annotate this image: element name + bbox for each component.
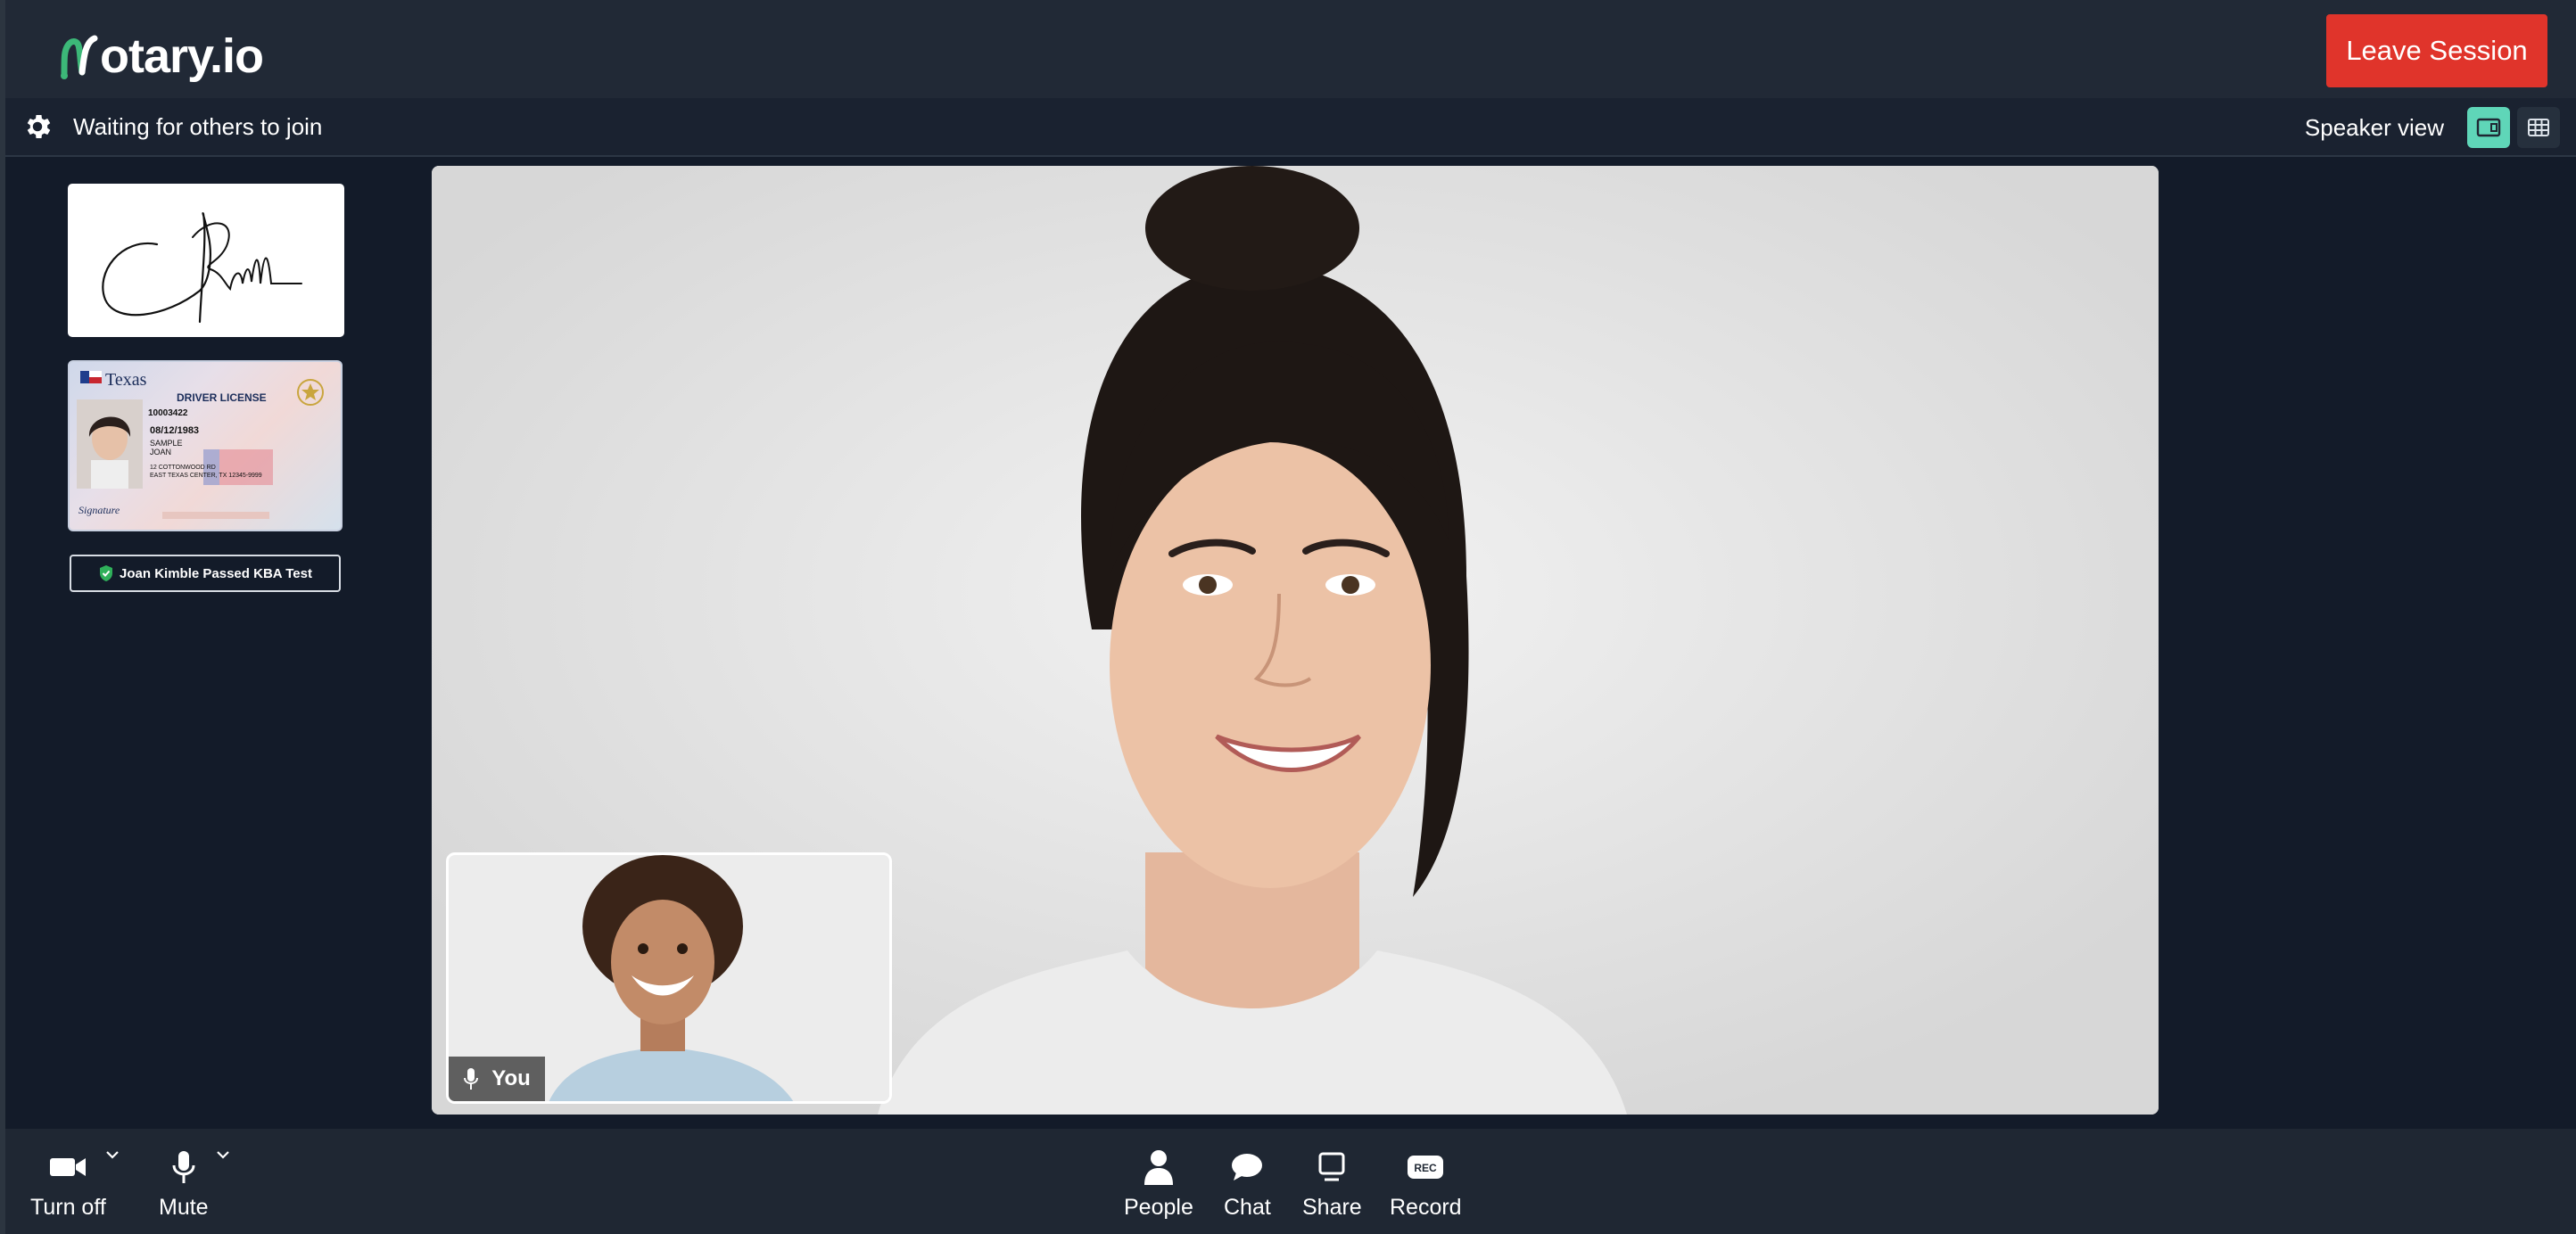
microphone-icon <box>172 1151 195 1183</box>
view-switcher: Speaker view <box>2305 107 2560 148</box>
speaker-view-icon <box>2476 118 2501 137</box>
svg-text:REC: REC <box>1415 1162 1438 1174</box>
svg-text:Signature: Signature <box>78 504 120 516</box>
kba-status-text: Joan Kimble Passed KBA Test <box>120 565 312 581</box>
top-header: otary.io Leave Session <box>5 0 2576 98</box>
signature-image <box>102 212 302 324</box>
self-video-preview[interactable]: You <box>446 852 892 1104</box>
shield-check-icon <box>100 565 113 581</box>
mute-button[interactable]: Mute <box>159 1145 229 1221</box>
call-controls-toolbar: Turn off Mute People Chat Share REC Reco… <box>5 1129 2576 1234</box>
person-icon <box>1144 1150 1173 1185</box>
screen-share-icon <box>1318 1152 1345 1181</box>
chat-bubble-icon <box>1232 1154 1263 1181</box>
waiting-status-text: Waiting for others to join <box>73 112 323 140</box>
camera-toggle-label: Turn off <box>30 1195 106 1220</box>
self-name-text: You <box>491 1066 531 1090</box>
grid-view-button[interactable] <box>2517 107 2560 148</box>
view-mode-label: Speaker view <box>2304 113 2444 141</box>
chat-button[interactable]: Chat <box>1224 1145 1271 1221</box>
record-label: Record <box>1390 1195 1462 1220</box>
svg-text:12 COTTONWOOD RD: 12 COTTONWOOD RD <box>150 465 216 471</box>
chevron-down-icon[interactable] <box>216 1150 230 1159</box>
mute-label: Mute <box>159 1195 209 1220</box>
logo-n-icon <box>61 35 98 79</box>
driver-license-thumbnail[interactable]: Texas DRIVER LICENSE 10003422 08/12/1983… <box>68 360 343 531</box>
leave-session-button[interactable]: Leave Session <box>2326 14 2547 87</box>
self-video-label: You <box>449 1057 545 1101</box>
record-icon: REC <box>1408 1156 1444 1179</box>
chat-label: Chat <box>1224 1195 1271 1220</box>
svg-text:DRIVER LICENSE: DRIVER LICENSE <box>177 391 267 404</box>
main-participant-video[interactable]: You <box>432 166 2159 1115</box>
people-label: People <box>1124 1195 1193 1220</box>
svg-text:SAMPLE: SAMPLE <box>150 439 183 448</box>
record-button[interactable]: REC Record <box>1390 1145 1462 1221</box>
chevron-down-icon[interactable] <box>105 1150 120 1159</box>
speaker-view-button[interactable] <box>2467 107 2510 148</box>
microphone-icon <box>464 1068 479 1090</box>
notary-session-app: otary.io Leave Session Waiting for other… <box>0 0 2576 1234</box>
kba-status-badge: Joan Kimble Passed KBA Test <box>70 555 341 592</box>
signature-thumbnail[interactable] <box>68 184 344 337</box>
svg-text:Texas: Texas <box>105 370 147 390</box>
status-area: Waiting for others to join <box>21 111 322 143</box>
grid-view-icon <box>2528 119 2549 136</box>
people-button[interactable]: People <box>1124 1145 1193 1221</box>
camera-toggle-button[interactable]: Turn off <box>30 1145 119 1221</box>
status-bar: Waiting for others to join Speaker view <box>5 98 2576 157</box>
svg-text:08/12/1983: 08/12/1983 <box>150 425 199 436</box>
share-button[interactable]: Share <box>1302 1145 1362 1221</box>
svg-text:EAST TEXAS CENTER, TX 12345-99: EAST TEXAS CENTER, TX 12345-9999 <box>150 473 262 479</box>
video-camera-icon <box>50 1158 87 1176</box>
gear-icon[interactable] <box>21 111 54 143</box>
share-label: Share <box>1302 1195 1362 1220</box>
driver-license-image: Texas DRIVER LICENSE 10003422 08/12/1983… <box>77 370 324 519</box>
svg-text:10003422: 10003422 <box>148 408 188 418</box>
notary-logo[interactable]: otary.io <box>59 27 264 86</box>
svg-text:JOAN: JOAN <box>150 448 171 457</box>
logo-text: otary.io <box>100 29 264 83</box>
document-sidebar: Texas DRIVER LICENSE 10003422 08/12/1983… <box>68 184 344 592</box>
